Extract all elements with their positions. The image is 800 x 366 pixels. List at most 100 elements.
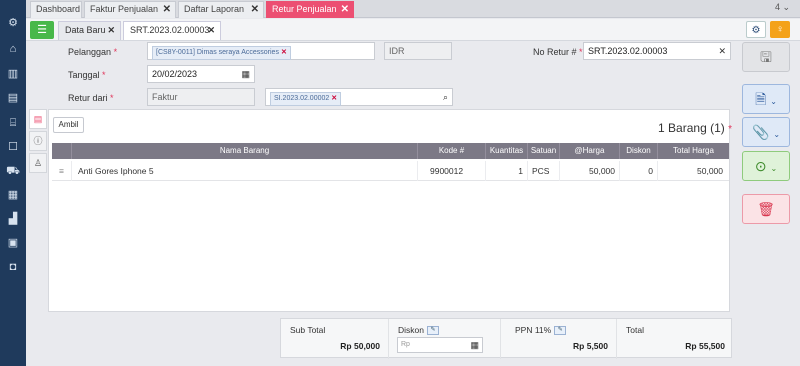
factory-icon[interactable]: ▟ (6, 212, 20, 226)
cart-icon[interactable]: ⛟ (6, 164, 20, 178)
report-icon[interactable]: ▣ (6, 236, 20, 250)
document-button[interactable]: 🗎 ⌄ (742, 84, 790, 114)
calendar-icon[interactable]: ▦ (241, 66, 250, 82)
chevron-down-icon: ⌄ (770, 164, 778, 173)
diskon-label: Diskon ✎ (398, 325, 439, 336)
tab-dashboard[interactable]: Dashboard (30, 1, 82, 18)
subtab-document[interactable]: SRT.2023.02.00003 ✕ (123, 21, 221, 40)
clear-icon[interactable]: ✕ (718, 43, 726, 59)
bank-icon[interactable]: ⌸ (6, 116, 20, 130)
required-mark: * (110, 93, 114, 103)
required-mark: * (113, 47, 118, 57)
cell-diskon: 0 (620, 161, 658, 181)
edit-icon[interactable]: ✎ (426, 326, 439, 336)
table-row[interactable]: ≡ Anti Gores Iphone 5 9900012 1 PCS 50,0… (52, 161, 729, 181)
faktur-field[interactable]: SI.2023.02.00002 ✕ ⌕ (265, 88, 453, 106)
th-harga[interactable]: @Harga (560, 143, 620, 159)
settings-button[interactable]: ⚙ (746, 21, 766, 38)
attachment-button[interactable]: 📎 ⌄ (742, 117, 790, 147)
tab-retur-penjualan[interactable]: Retur Penjualan ✕ (266, 1, 354, 18)
paperclip-icon: 📎 (751, 124, 770, 140)
diskon-section: Diskon ✎ Rp ▦ (389, 319, 501, 359)
close-icon[interactable]: ✕ (207, 22, 215, 39)
label-text: Pelanggan (68, 47, 112, 57)
no-retur-field[interactable]: SRT.2023.02.00003 ✕ (583, 42, 731, 60)
close-icon[interactable]: ✕ (251, 2, 259, 17)
button-label: Ambil (58, 120, 79, 129)
remove-chip-icon[interactable]: ✕ (331, 95, 337, 102)
more-button[interactable]: ⊙ ⌄ (742, 151, 790, 181)
subtotal-value: Rp 50,000 (340, 341, 380, 351)
retur-dari-label: Retur dari * (68, 93, 114, 103)
delete-button[interactable]: 🗑 (742, 194, 790, 224)
retur-dari-value: Faktur (152, 92, 178, 102)
currency-prefix: Rp (401, 341, 410, 348)
chevron-down-icon: ⌄ (770, 97, 777, 106)
th-diskon[interactable]: Diskon (620, 143, 658, 159)
ledger-icon[interactable]: ▤ (6, 91, 20, 105)
search-icon[interactable]: ⌕ (443, 89, 448, 105)
table-header: Nama Barang Kode # Kuantitas Satuan @Har… (52, 143, 729, 159)
inventory-icon[interactable]: ▦ (6, 188, 20, 202)
th-kuantitas[interactable]: Kuantitas (486, 143, 528, 159)
settings-icon[interactable]: ⚙ (6, 16, 20, 30)
cell-kode: 9900012 (418, 161, 486, 181)
faktur-chip: SI.2023.02.00002 ✕ (270, 92, 342, 106)
close-icon[interactable]: ✕ (341, 2, 349, 17)
close-icon[interactable]: ✕ (107, 22, 115, 39)
tab-count: 4 (774, 2, 780, 12)
cell-harga: 50,000 (560, 161, 620, 181)
tab-label: Dashboard (36, 4, 81, 14)
th-nama[interactable]: Nama Barang (72, 143, 418, 159)
ambil-button[interactable]: Ambil (53, 117, 84, 133)
pelanggan-field[interactable]: [CS8Y-0011] Dimas seraya Accessories ✕ (147, 42, 375, 60)
side-tab-detail[interactable]: ▤ (29, 109, 47, 129)
chevron-down-icon: ⌄ (773, 130, 781, 139)
diskon-input[interactable]: Rp ▦ (397, 337, 483, 353)
edit-icon[interactable]: ✎ (554, 326, 567, 336)
subtotal-section: Sub Total Rp 50,000 (281, 319, 389, 359)
side-tab-other[interactable]: ♙ (29, 153, 47, 173)
th-handle (52, 143, 72, 159)
no-retur-value: SRT.2023.02.00003 (588, 46, 668, 56)
remove-chip-icon[interactable]: ✕ (281, 49, 287, 56)
required-mark: * (102, 70, 106, 80)
th-satuan[interactable]: Satuan (528, 143, 560, 159)
gear-icon: ⚙ (751, 25, 761, 36)
pelanggan-label: Pelanggan * (68, 47, 117, 57)
side-tabs: ▤ ⓘ ♙ (29, 109, 47, 175)
save-button[interactable]: 🖫 (742, 42, 790, 72)
document-icon: ▤ (33, 114, 43, 124)
currency-value: IDR (389, 46, 405, 56)
company-icon[interactable]: ◘ (6, 260, 20, 274)
tanggal-label: Tanggal * (68, 70, 106, 80)
tab-count-dropdown[interactable]: 4 ⌄ (775, 2, 790, 13)
purchase-icon[interactable]: ☐ (6, 140, 20, 154)
building-icon[interactable]: ▥ (6, 67, 20, 81)
tanggal-field[interactable]: 20/02/2023 ▦ (147, 65, 255, 83)
item-count-title: 1 Barang (1) * (658, 121, 732, 135)
th-total[interactable]: Total Harga (658, 143, 729, 159)
grid-icon[interactable]: ▦ (470, 338, 479, 352)
drag-handle-icon[interactable]: ≡ (52, 161, 72, 181)
list-icon: ☰ (37, 24, 47, 36)
label-text: No Retur # (533, 47, 577, 57)
tab-daftar-laporan[interactable]: Daftar Laporan ✕ (178, 1, 264, 18)
side-tab-info[interactable]: ⓘ (29, 131, 47, 151)
save-icon: 🖫 (760, 49, 772, 65)
subtotal-label: Sub Total (290, 325, 326, 335)
tab-label: Daftar Laporan (184, 4, 245, 14)
list-button[interactable]: ☰ (30, 21, 54, 39)
warehouse-icon[interactable]: ⌂ (6, 42, 20, 56)
top-tab-bar: Dashboard Faktur Penjualan ✕ Daftar Lapor… (26, 0, 800, 18)
subtab-data-baru[interactable]: Data Baru ✕ (58, 21, 121, 40)
cell-total: 50,000 (697, 166, 723, 176)
tips-button[interactable]: ♀ (770, 21, 790, 38)
count-text: 1 Barang (1) (658, 121, 725, 135)
th-kode[interactable]: Kode # (418, 143, 486, 159)
cell-nama: Anti Gores Iphone 5 (72, 161, 418, 181)
tab-faktur-penjualan[interactable]: Faktur Penjualan ✕ (84, 1, 176, 18)
close-icon[interactable]: ✕ (163, 2, 171, 17)
label-text: Tanggal (68, 70, 100, 80)
subtab-label: SRT.2023.02.00003 (130, 25, 210, 35)
